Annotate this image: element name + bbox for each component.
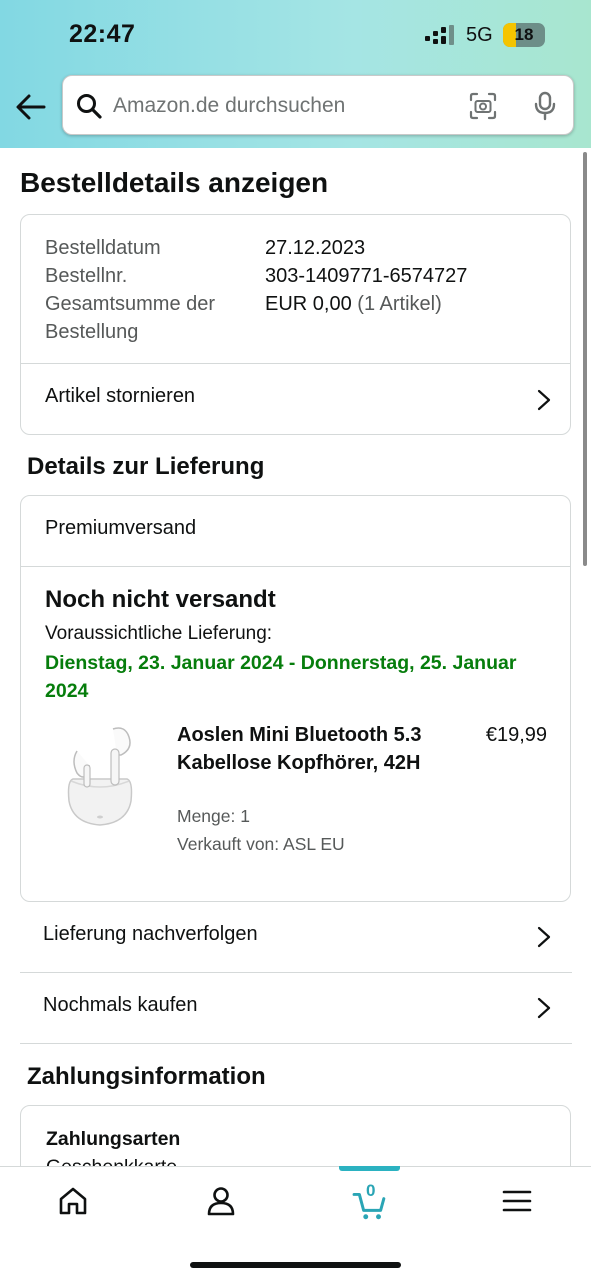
product-quantity: Menge: 1 — [177, 806, 250, 826]
search-bar[interactable] — [62, 75, 574, 135]
app-header: 22:47 5G 18 — [0, 0, 591, 148]
delivery-estimate-label: Voraussichtliche Lieferung: — [45, 623, 273, 644]
cancel-items-row[interactable]: Artikel stornieren — [21, 364, 570, 436]
product-image[interactable] — [55, 721, 145, 831]
delivery-estimate-value: Dienstag, 23. Januar 2024 - Donnerstag, … — [45, 652, 517, 702]
page-title: Bestelldetails anzeigen — [20, 167, 329, 198]
shipment-status: Noch nicht versandt — [45, 586, 276, 613]
tab-account[interactable] — [148, 1167, 295, 1237]
shipping-type: Premiumversand — [45, 517, 197, 539]
order-total-items: (1 Artikel) — [357, 293, 442, 315]
payment-section-title: Zahlungsinformation — [27, 1063, 266, 1090]
product-seller: Verkauft von: ASL EU — [177, 834, 345, 854]
order-date-value: 27.12.2023 — [265, 237, 366, 259]
order-number-value: 303-1409771-6574727 — [265, 265, 468, 287]
order-total-value: EUR 0,00 (1 Artikel) — [265, 290, 442, 318]
camera-search-icon[interactable] — [469, 92, 497, 120]
status-time: 22:47 — [69, 20, 136, 48]
network-type: 5G — [466, 24, 493, 46]
tab-menu[interactable] — [444, 1167, 591, 1237]
chevron-right-icon — [537, 926, 551, 948]
cancel-items-label: Artikel stornieren — [45, 385, 196, 407]
buy-again-row[interactable]: Nochmals kaufen — [20, 974, 572, 1044]
tab-home[interactable] — [0, 1167, 147, 1237]
delivery-section-title: Details zur Lieferung — [27, 453, 265, 480]
microphone-icon[interactable] — [531, 91, 559, 121]
order-date-label: Bestelldatum — [45, 237, 161, 259]
buy-again-label: Nochmals kaufen — [43, 994, 198, 1016]
cart-count-badge: 0 — [366, 1181, 376, 1200]
order-total-label-line1: Gesamtsumme der — [45, 293, 216, 315]
menu-icon — [502, 1190, 532, 1212]
track-delivery-label: Lieferung nachverfolgen — [43, 923, 258, 945]
battery-icon: 18 — [503, 23, 545, 47]
search-input[interactable] — [113, 88, 453, 124]
payment-methods-title: Zahlungsarten — [46, 1128, 181, 1150]
active-tab-indicator — [339, 1166, 400, 1171]
product-price: €19,99 — [485, 724, 547, 746]
search-icon — [77, 94, 102, 119]
order-number-label: Bestellnr. — [45, 265, 128, 287]
battery-level: 18 — [514, 25, 534, 44]
track-delivery-row[interactable]: Lieferung nachverfolgen — [20, 903, 572, 973]
cellular-signal-icon — [425, 25, 454, 45]
chevron-right-icon — [537, 997, 551, 1019]
chevron-right-icon — [537, 389, 551, 411]
home-icon — [59, 1187, 87, 1215]
account-icon — [207, 1187, 235, 1216]
order-total-label-line2: Bestellung — [45, 321, 139, 343]
scrollbar[interactable] — [583, 152, 587, 566]
tab-cart[interactable] — [296, 1167, 443, 1237]
back-arrow-icon[interactable] — [14, 90, 48, 124]
product-title[interactable]: Aoslen Mini Bluetooth 5.3 Kabellose Kopf… — [177, 721, 437, 777]
order-summary-card: Bestelldatum 27.12.2023 Bestellnr. 303-1… — [20, 214, 571, 435]
divider — [21, 566, 570, 567]
order-total-amount: EUR 0,00 — [265, 293, 352, 315]
home-indicator[interactable] — [190, 1262, 401, 1268]
delivery-card: Premiumversand Noch nicht versandt Vorau… — [20, 495, 571, 902]
